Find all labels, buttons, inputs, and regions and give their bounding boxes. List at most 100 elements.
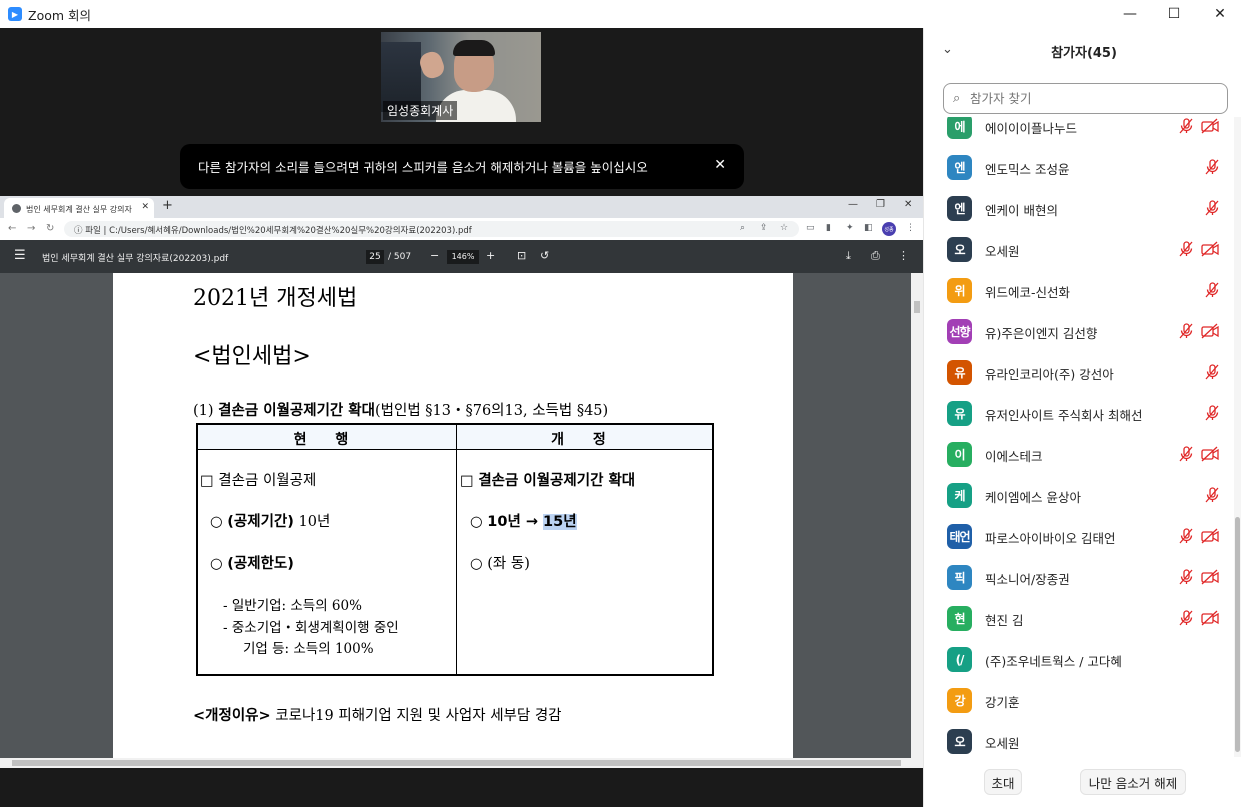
participant-row[interactable]: 오 오세원 bbox=[924, 229, 1229, 270]
close-button[interactable]: ✕ bbox=[1197, 0, 1243, 28]
participant-row[interactable]: 이 이에스테크 bbox=[924, 434, 1229, 475]
participant-avatar: 유 bbox=[947, 401, 972, 426]
table-header-current: 현 행 bbox=[198, 425, 456, 450]
download-icon[interactable]: ⤓ bbox=[846, 249, 851, 263]
current-limit-label: (공제한도) bbox=[227, 556, 294, 572]
participant-row[interactable]: 선향 유)주은이엔지 김선향 bbox=[924, 311, 1229, 352]
invite-button[interactable]: 초대 bbox=[984, 769, 1022, 795]
revised-title-bold: 결손금 이월공제기간 확대 bbox=[478, 473, 636, 489]
browser-toolbar: ← → ↻ ⓘ 파일 | C:/Users/혜서혜유/Downloads/법인%… bbox=[0, 218, 923, 240]
info-icon: ⓘ bbox=[74, 226, 86, 236]
page-number-input[interactable]: 25 bbox=[366, 250, 384, 264]
sidepanel-icon[interactable]: ◧ bbox=[864, 223, 873, 233]
address-bar[interactable]: ⓘ 파일 | C:/Users/혜서혜유/Downloads/법인%20세무회계… bbox=[64, 221, 799, 237]
participant-name: 위드에코-신선화 bbox=[985, 285, 1071, 300]
tab-title: 법인 세무회계 결산 실무 강의자 bbox=[26, 205, 132, 214]
pdf-viewport[interactable]: 2021년 개정세법 <법인세법> (1) 결손금 이월공제기간 확대(법인법 … bbox=[0, 273, 923, 758]
revised-period-bold: 10년 → bbox=[487, 514, 544, 530]
video-off-icon bbox=[1200, 568, 1220, 586]
participant-row[interactable]: 에 에이이이플나누드 bbox=[924, 117, 1229, 147]
zoom-out-icon[interactable]: − bbox=[430, 249, 439, 262]
participant-row[interactable]: 엔 엔케이 배현의 bbox=[924, 188, 1229, 229]
mic-muted-icon bbox=[1203, 486, 1221, 504]
browser-restore-icon[interactable]: ❐ bbox=[876, 199, 885, 210]
participant-row[interactable]: 케 케이엠에스 윤상아 bbox=[924, 475, 1229, 516]
revised-title-box: □ bbox=[460, 473, 479, 489]
new-tab-icon[interactable]: + bbox=[162, 198, 173, 213]
zoom-icon[interactable]: ⌕ bbox=[740, 223, 745, 233]
mic-muted-icon bbox=[1203, 404, 1221, 422]
tab-close-icon[interactable]: ✕ bbox=[141, 202, 149, 212]
share-icon[interactable]: ⇪ bbox=[760, 223, 768, 233]
participant-avatar: 강 bbox=[947, 688, 972, 713]
pdf-menu-icon[interactable]: ☰ bbox=[14, 248, 26, 263]
minimize-button[interactable]: — bbox=[1107, 0, 1153, 28]
participant-avatar: 현 bbox=[947, 606, 972, 631]
participant-avatar: 엔 bbox=[947, 155, 972, 180]
participant-row[interactable]: 오 오세원 bbox=[924, 721, 1229, 757]
search-icon: ⌕ bbox=[953, 91, 961, 106]
maximize-button[interactable]: ☐ bbox=[1151, 0, 1197, 28]
participant-avatar: 에 bbox=[947, 117, 972, 139]
forward-icon[interactable]: → bbox=[27, 223, 35, 234]
pdf-vertical-scroll-thumb[interactable] bbox=[914, 301, 920, 313]
participant-list[interactable]: 에 에이이이플나누드 엔 엔도믹스 조성윤 엔 엔케이 배현의 오 오세원 위 위드에코-신선화 선… bbox=[924, 117, 1229, 757]
puzzle-icon[interactable]: ✦ bbox=[846, 223, 854, 233]
zoom-level-input[interactable]: 146% bbox=[447, 250, 479, 264]
participants-title: 참가자(45) bbox=[1051, 46, 1117, 61]
rotate-icon[interactable]: ↺ bbox=[540, 249, 549, 262]
mic-muted-icon bbox=[1177, 527, 1195, 545]
participant-row[interactable]: 엔 엔도믹스 조성윤 bbox=[924, 147, 1229, 188]
revised-period-bullet: ○ bbox=[470, 514, 488, 530]
participant-name: 에이이이플나누드 bbox=[985, 121, 1078, 136]
browser-tab[interactable]: 법인 세무회계 결산 실무 강의자 ✕ bbox=[4, 198, 154, 218]
current-deduction-limit: ○ (공제한도) bbox=[210, 552, 294, 573]
pdf-vertical-scrollbar[interactable] bbox=[911, 273, 923, 758]
pdf-more-icon[interactable]: ⋮ bbox=[898, 249, 909, 262]
participant-row[interactable]: 강 강기훈 bbox=[924, 680, 1229, 721]
notice-close-icon[interactable]: ✕ bbox=[714, 157, 726, 173]
video-off-icon bbox=[1200, 527, 1220, 545]
participant-search-input[interactable] bbox=[970, 89, 1220, 107]
participant-list-scrollbar[interactable] bbox=[1234, 117, 1241, 757]
participant-row[interactable]: 유 유저인사이트 주식회사 최해선 bbox=[924, 393, 1229, 434]
browser-close-icon[interactable]: ✕ bbox=[904, 199, 912, 210]
mic-muted-icon bbox=[1177, 445, 1195, 463]
participant-row[interactable]: 유 유라인코리아(주) 강선아 bbox=[924, 352, 1229, 393]
fit-page-icon[interactable]: ⊡ bbox=[517, 249, 526, 262]
participant-avatar: 선향 bbox=[947, 319, 972, 344]
mic-muted-icon bbox=[1177, 322, 1195, 340]
mic-muted-icon bbox=[1203, 281, 1221, 299]
revision-reason-text: 코로나19 피해기업 지원 및 사업자 세부담 경감 bbox=[270, 708, 562, 724]
unmute-me-button[interactable]: 나만 음소거 해제 bbox=[1080, 769, 1186, 795]
participant-scroll-thumb[interactable] bbox=[1235, 517, 1240, 752]
browser-minimize-icon[interactable]: — bbox=[848, 199, 858, 210]
video-off-icon bbox=[1200, 445, 1220, 463]
bookmark-star-icon[interactable]: ☆ bbox=[780, 223, 788, 233]
back-icon[interactable]: ← bbox=[8, 223, 16, 234]
zoom-in-icon[interactable]: + bbox=[486, 249, 495, 262]
reload-icon[interactable]: ↻ bbox=[46, 223, 54, 234]
extension2-icon[interactable]: ▮ bbox=[826, 223, 831, 233]
address-prefix: 파일 bbox=[85, 226, 101, 236]
mic-muted-icon bbox=[1203, 199, 1221, 217]
participant-video[interactable]: 임성종회계사 bbox=[381, 32, 541, 122]
table-column-divider bbox=[456, 425, 457, 674]
pdf-horizontal-scrollbar[interactable] bbox=[0, 758, 923, 768]
tab-favicon-icon bbox=[12, 204, 21, 213]
participant-search[interactable]: ⌕ bbox=[943, 83, 1228, 114]
mic-muted-icon bbox=[1203, 158, 1221, 176]
participant-row[interactable]: 현 현진 김 bbox=[924, 598, 1229, 639]
speaker-notice-text: 다른 참가자의 소리를 들으려면 귀하의 스피커를 음소거 해제하거나 볼륨을 … bbox=[198, 160, 648, 175]
participant-row[interactable]: 태언 파로스아이바이오 김태언 bbox=[924, 516, 1229, 557]
participant-avatar: 태언 bbox=[947, 524, 972, 549]
extension-icon[interactable]: ▭ bbox=[806, 223, 815, 233]
pdf-horizontal-scroll-thumb[interactable] bbox=[12, 760, 901, 766]
profile-avatar[interactable]: 성종 bbox=[882, 222, 896, 236]
browser-menu-icon[interactable]: ⋮ bbox=[906, 223, 915, 233]
participant-row[interactable]: 위 위드에코-신선화 bbox=[924, 270, 1229, 311]
print-icon[interactable]: ⎙ bbox=[871, 249, 880, 263]
participant-row[interactable]: (/ (주)조우네트웍스 / 고다혜 bbox=[924, 639, 1229, 680]
participant-row[interactable]: 픽 픽소니어/장종권 bbox=[924, 557, 1229, 598]
section-number: (1) bbox=[193, 403, 219, 419]
